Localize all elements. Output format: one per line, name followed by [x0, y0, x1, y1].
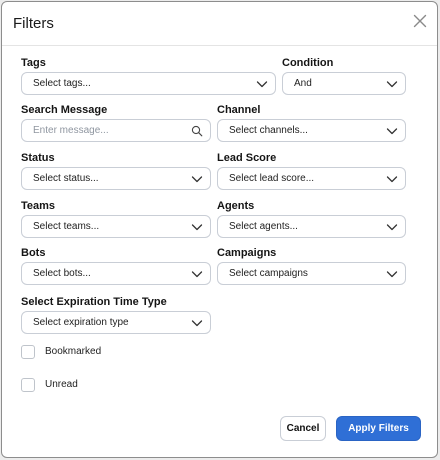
campaigns-label: Campaigns — [217, 247, 277, 259]
teams-select[interactable]: Select teams... — [21, 215, 211, 238]
chevron-down-icon — [256, 81, 268, 88]
tags-select[interactable]: Select tags... — [21, 72, 276, 95]
status-label: Status — [21, 152, 55, 164]
chevron-down-icon — [386, 128, 398, 135]
condition-label: Condition — [282, 57, 334, 69]
chevron-down-icon — [191, 271, 203, 278]
channel-select[interactable]: Select channels... — [217, 119, 406, 142]
dialog-header: Filters — [2, 2, 437, 46]
teams-select-value: Select teams... — [33, 221, 100, 232]
chevron-down-icon — [191, 224, 203, 231]
channel-label: Channel — [217, 104, 261, 116]
unread-checkbox[interactable] — [21, 378, 35, 392]
close-icon — [413, 14, 427, 33]
chevron-down-icon — [386, 176, 398, 183]
search-message-placeholder: Enter message... — [33, 125, 109, 136]
agents-select[interactable]: Select agents... — [217, 215, 406, 238]
cancel-button[interactable]: Cancel — [280, 416, 326, 441]
search-icon — [191, 125, 203, 137]
lead-score-select-value: Select lead score... — [229, 173, 315, 184]
close-button[interactable] — [410, 13, 430, 33]
unread-label: Unread — [45, 379, 78, 390]
tags-label: Tags — [21, 57, 46, 69]
bookmarked-label: Bookmarked — [45, 346, 102, 357]
chevron-down-icon — [386, 224, 398, 231]
status-select[interactable]: Select status... — [21, 167, 211, 190]
search-message-label: Search Message — [21, 104, 108, 116]
filters-dialog: Filters Tags Select tags... Condition An… — [1, 1, 438, 458]
tags-select-value: Select tags... — [33, 78, 91, 89]
agents-label: Agents — [217, 200, 255, 212]
campaigns-select[interactable]: Select campaigns — [217, 262, 406, 285]
bots-select[interactable]: Select bots... — [21, 262, 211, 285]
campaigns-select-value: Select campaigns — [229, 268, 308, 279]
bookmarked-checkbox[interactable] — [21, 345, 35, 359]
expiration-type-select[interactable]: Select expiration type — [21, 311, 211, 334]
chevron-down-icon — [191, 320, 203, 327]
agents-select-value: Select agents... — [229, 221, 298, 232]
bots-select-value: Select bots... — [33, 268, 91, 279]
lead-score-select[interactable]: Select lead score... — [217, 167, 406, 190]
chevron-down-icon — [386, 81, 398, 88]
search-message-input[interactable]: Enter message... — [21, 119, 211, 142]
condition-select-value: And — [294, 78, 312, 89]
dialog-title: Filters — [13, 15, 54, 32]
apply-filters-button[interactable]: Apply Filters — [336, 416, 421, 441]
lead-score-label: Lead Score — [217, 152, 277, 164]
bots-label: Bots — [21, 247, 46, 259]
status-select-value: Select status... — [33, 173, 99, 184]
expiration-type-label: Select Expiration Time Type — [21, 296, 167, 308]
expiration-type-select-value: Select expiration type — [33, 317, 129, 328]
teams-label: Teams — [21, 200, 56, 212]
chevron-down-icon — [386, 271, 398, 278]
condition-select[interactable]: And — [282, 72, 406, 95]
channel-select-value: Select channels... — [229, 125, 308, 136]
chevron-down-icon — [191, 176, 203, 183]
